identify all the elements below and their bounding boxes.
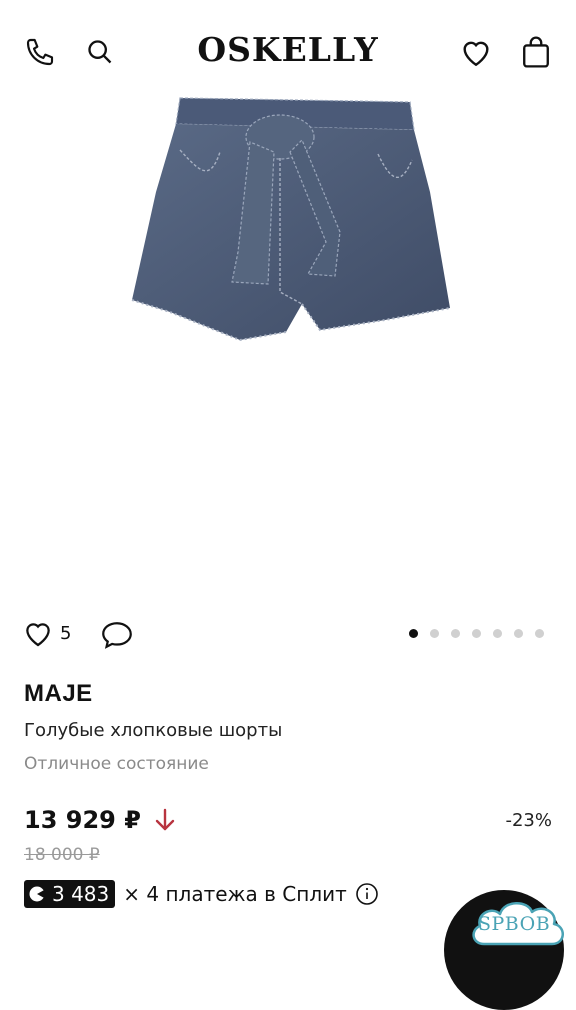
split-text: × 4 платежа в Сплит xyxy=(123,882,347,906)
watermark-text: SPBOB xyxy=(478,913,551,935)
current-price: 13 929 ₽ xyxy=(24,806,141,834)
carousel-dot[interactable] xyxy=(535,629,544,638)
like-button[interactable]: 5 xyxy=(22,618,71,648)
heart-icon[interactable] xyxy=(458,34,494,70)
split-payment-row[interactable]: 3 483 × 4 платежа в Сплит xyxy=(24,880,379,908)
brand-name[interactable]: MAJE xyxy=(24,680,93,708)
carousel-dot[interactable] xyxy=(514,629,523,638)
comment-icon[interactable] xyxy=(100,619,134,655)
bag-icon[interactable] xyxy=(518,34,554,70)
product-condition: Отличное состояние xyxy=(24,754,209,774)
top-bar: OSKELLY xyxy=(0,0,576,100)
carousel-dot[interactable] xyxy=(472,629,481,638)
carousel-dot[interactable] xyxy=(430,629,439,638)
split-amount: 3 483 xyxy=(52,882,110,906)
carousel-indicator[interactable] xyxy=(409,629,544,638)
denim-shorts-image[interactable] xyxy=(130,92,460,372)
social-row: 5 xyxy=(22,618,554,654)
carousel-dot[interactable] xyxy=(451,629,460,638)
carousel-dot[interactable] xyxy=(409,629,418,638)
info-icon[interactable] xyxy=(355,882,379,906)
like-count: 5 xyxy=(60,622,72,644)
price-row: 13 929 ₽ xyxy=(24,806,177,834)
old-price: 18 000 ₽ xyxy=(24,845,100,865)
split-badge: 3 483 xyxy=(24,880,116,908)
product-title: Голубые хлопковые шорты xyxy=(24,720,283,741)
heart-outline-icon xyxy=(26,623,50,647)
split-logo-icon xyxy=(29,886,46,902)
discount-badge: -23% xyxy=(505,810,552,831)
carousel-dot[interactable] xyxy=(493,629,502,638)
price-drop-arrow-icon xyxy=(155,808,175,831)
